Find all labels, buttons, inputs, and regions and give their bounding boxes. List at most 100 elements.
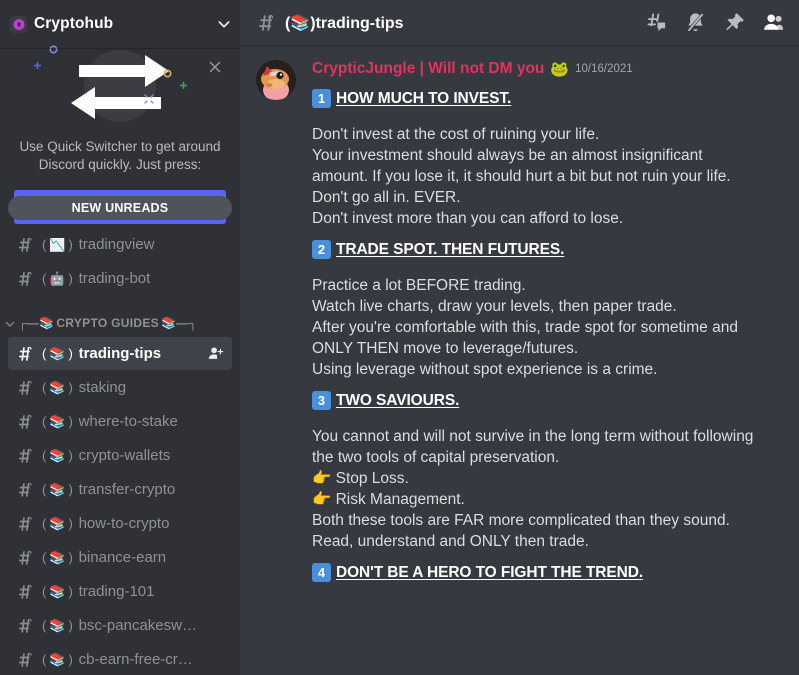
quick-switcher-text-line2: Discord quickly. Just press:: [38, 157, 202, 172]
category-prefix: ┌—📚: [18, 316, 55, 330]
message-line: Watch live charts, draw your levels, the…: [312, 298, 677, 315]
channel-emoji: ( 📚 ): [42, 413, 73, 429]
channel-name: transfer-crypto: [78, 481, 176, 498]
pin-icon[interactable]: [723, 11, 746, 34]
chevron-down-icon: [4, 317, 16, 329]
message-line: 👉 Stop Loss.: [312, 470, 409, 487]
keycap-number-icon: 1: [312, 89, 331, 108]
bell-muted-icon[interactable]: [684, 11, 707, 34]
sidebar-channel-trading-bot[interactable]: ( 🤖 ) trading-bot: [8, 262, 232, 295]
sidebar-channel-how-to-crypto[interactable]: ( 📚 ) how-to-crypto: [8, 507, 232, 540]
section-heading: 3 TWO SAVIOURS.: [312, 391, 783, 410]
channel-emoji: ( 📚 ): [42, 481, 73, 497]
verified-badge-icon: [10, 15, 27, 33]
message-timestamp: 10/16/2021: [575, 63, 633, 75]
channel-name: where-to-stake: [78, 413, 178, 430]
category-suffix: 📚—┐: [160, 316, 198, 330]
add-member-icon[interactable]: [207, 345, 224, 362]
channel-name: trading-bot: [78, 270, 151, 287]
message-header: CrypticJungle | Will not DM you 🐸 10/16/…: [312, 60, 783, 78]
keycap-number-icon: 2: [312, 240, 331, 259]
locked-hash-icon: [16, 378, 36, 398]
message-line: After you're comfortable with this, trad…: [312, 319, 738, 336]
locked-hash-icon: [16, 616, 36, 636]
locked-hash-icon: [16, 582, 36, 602]
message-line: Don't go all in. EVER.: [312, 189, 461, 206]
channel-emoji: ( 📚 ): [42, 447, 73, 463]
message-line: 👉 Risk Management.: [312, 491, 465, 508]
chevron-down-icon[interactable]: [216, 16, 232, 32]
locked-hash-icon: [16, 650, 36, 670]
channel-name: cb-earn-free-cr…: [78, 651, 193, 668]
message-list: CrypticJungle | Will not DM you 🐸 10/16/…: [240, 45, 799, 582]
sidebar-channel-where-to-stake[interactable]: ( 📚 ) where-to-stake: [8, 405, 232, 438]
sidebar-channel-crypto-wallets[interactable]: ( 📚 ) crypto-wallets: [8, 439, 232, 472]
header-toolbar: [645, 11, 785, 34]
keycap-number-icon: 3: [312, 391, 331, 410]
channel-sidebar: Cryptohub Public: [0, 0, 240, 675]
threads-icon[interactable]: [645, 11, 668, 34]
channel-name: tradingview: [78, 236, 155, 253]
channel-name: crypto-wallets: [78, 447, 171, 464]
message-line: Don't invest more than you can afford to…: [312, 210, 624, 227]
section-heading: 4 DON'T BE A HERO TO FIGHT THE TREND.: [312, 563, 783, 582]
channel-emoji: ( 🤖 ): [42, 270, 73, 286]
new-unreads-pill[interactable]: NEW UNREADS: [8, 196, 232, 220]
channel-title-name: trading-tips: [315, 14, 404, 32]
channel-name: how-to-crypto: [78, 515, 170, 532]
message-line: Read, understand and ONLY then trade.: [312, 533, 589, 550]
section-paragraph: Practice a lot BEFORE trading. Watch live…: [312, 275, 783, 380]
channel-title-emoji: 📚: [290, 14, 311, 32]
category-crypto-guides[interactable]: ┌—📚 CRYPTO GUIDES 📚—┐: [0, 309, 240, 337]
section-heading: 2 TRADE SPOT. THEN FUTURES.: [312, 240, 783, 259]
avatar[interactable]: [256, 60, 296, 100]
locked-hash-icon: [16, 446, 36, 466]
main-content: (📚) trading-tips CrypticJungle | Will no…: [240, 0, 799, 675]
locked-hash-icon: [16, 269, 36, 289]
sidebar-channel-trading-tips[interactable]: ( 📚 ) trading-tips: [8, 337, 232, 370]
channel-emoji: ( 📚 ): [42, 515, 73, 531]
locked-hash-icon: [16, 480, 36, 500]
message-line: Using leverage without spot experience i…: [312, 361, 658, 378]
category-label: CRYPTO GUIDES: [56, 316, 159, 330]
sidebar-channel-trading-101[interactable]: ( 📚 ) trading-101: [8, 575, 232, 608]
message-line: Don't invest at the cost of ruining your…: [312, 126, 600, 143]
message-line: Both these tools are FAR more complicate…: [312, 512, 730, 529]
section-paragraph: Don't invest at the cost of ruining your…: [312, 124, 783, 229]
locked-hash-icon: [256, 12, 278, 34]
message-line: Your investment should always be an almo…: [312, 147, 703, 164]
channel-emoji: ( 📚 ): [42, 583, 73, 599]
sidebar-channel-staking[interactable]: ( 📚 ) staking: [8, 371, 232, 404]
message-line: Practice a lot BEFORE trading.: [312, 277, 526, 294]
author-emoji: 🐸: [550, 61, 570, 78]
members-icon[interactable]: [762, 11, 785, 34]
section-title: HOW MUCH TO INVEST.: [336, 89, 512, 107]
channel-emoji: ( 📚 ): [42, 379, 73, 395]
locked-hash-icon: [16, 548, 36, 568]
locked-hash-icon: [16, 514, 36, 534]
swap-arrows-icon: [0, 42, 240, 134]
channel-emoji: ( 📚 ): [42, 549, 73, 565]
channel-emoji: ( 📚 ): [42, 617, 73, 633]
section-heading: 1 HOW MUCH TO INVEST.: [312, 89, 783, 108]
discord-app: Cryptohub Public: [0, 0, 799, 675]
message-line: ONLY THEN move to leverage/futures.: [312, 340, 579, 357]
message-author[interactable]: CrypticJungle | Will not DM you: [312, 60, 544, 78]
message-line: You cannot and will not survive in the l…: [312, 428, 754, 445]
sidebar-channel-bsc-pancakesw[interactable]: ( 📚 ) bsc-pancakesw…: [8, 609, 232, 642]
server-header[interactable]: Cryptohub: [0, 0, 240, 48]
channel-emoji: ( 📉 ): [42, 236, 73, 252]
channel-name: trading-101: [78, 583, 155, 600]
section-paragraph: You cannot and will not survive in the l…: [312, 426, 783, 552]
locked-hash-icon: [16, 344, 36, 364]
message: CrypticJungle | Will not DM you 🐸 10/16/…: [256, 59, 783, 582]
sidebar-channel-binance-earn[interactable]: ( 📚 ) binance-earn: [8, 541, 232, 574]
sidebar-channel-transfer-crypto[interactable]: ( 📚 ) transfer-crypto: [8, 473, 232, 506]
section-title: DON'T BE A HERO TO FIGHT THE TREND.: [336, 563, 644, 581]
section-title: TWO SAVIOURS.: [336, 391, 460, 409]
channel-name: staking: [78, 379, 127, 396]
sidebar-channel-cb-earn-free-cr[interactable]: ( 📚 ) cb-earn-free-cr…: [8, 643, 232, 675]
message-line: amount. If you lose it, it should hurt a…: [312, 168, 731, 185]
channel-header: (📚) trading-tips: [240, 0, 799, 45]
channel-title: (📚) trading-tips: [285, 13, 404, 33]
